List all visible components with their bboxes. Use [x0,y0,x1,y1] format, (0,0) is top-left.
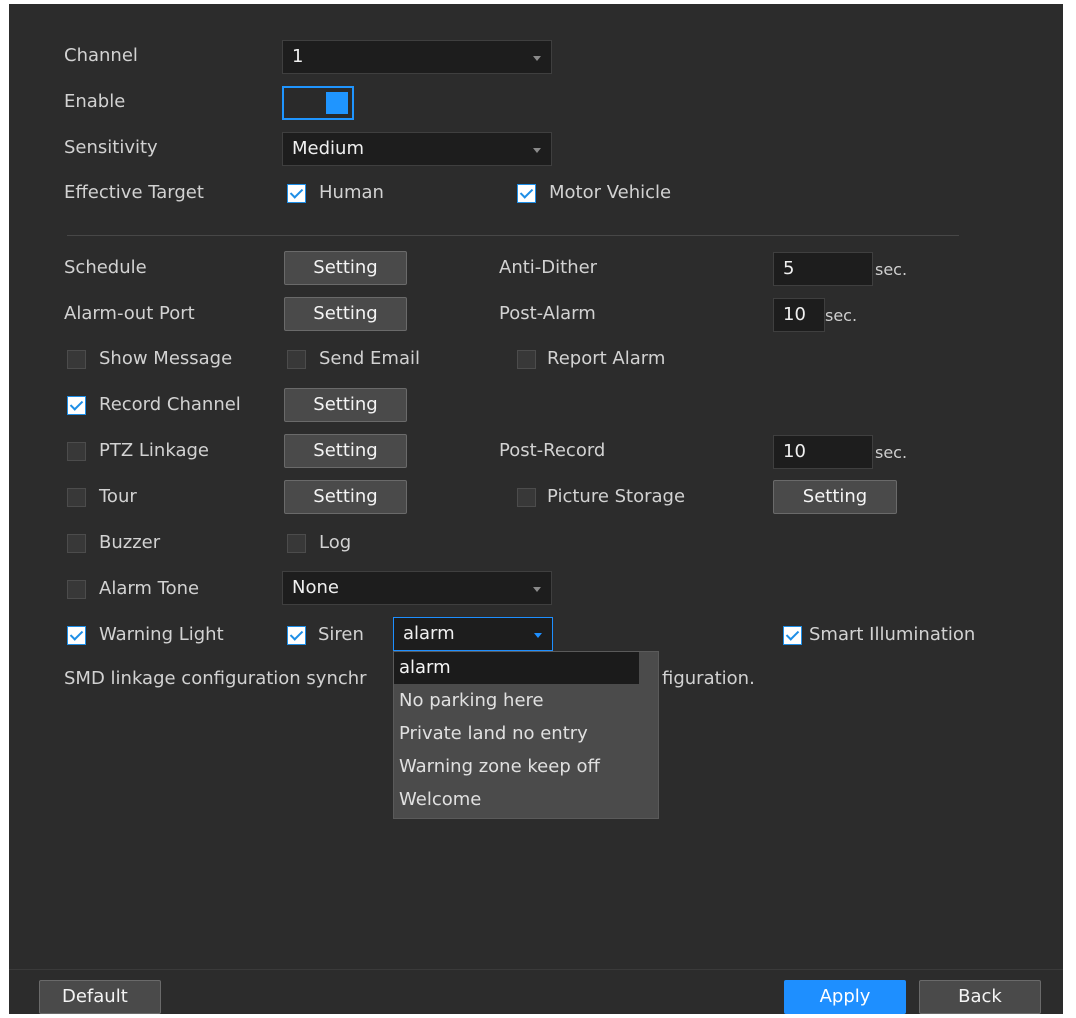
anti-dither-unit: sec. [875,260,908,279]
section-divider [67,235,959,236]
sensitivity-value: Medium [292,138,364,159]
sensitivity-label: Sensitivity [64,137,158,158]
siren-option-alarm[interactable]: alarm [394,652,639,684]
show-message-label: Show Message [99,348,233,369]
human-label: Human [319,182,384,203]
report-alarm-checkbox[interactable] [517,350,536,369]
channel-value: 1 [292,46,304,67]
smd-settings-panel: Channel 1 Enable Sensitivity Medium Effe… [9,4,1063,1014]
caret-down-icon [534,633,542,638]
schedule-label: Schedule [64,257,147,278]
default-button[interactable]: Default [39,980,161,1014]
log-checkbox[interactable] [287,534,306,553]
human-checkbox[interactable] [287,184,306,203]
siren-value: alarm [403,623,455,644]
ptz-linkage-label: PTZ Linkage [99,440,209,461]
smart-illumination-checkbox[interactable] [783,626,802,645]
motor-vehicle-label: Motor Vehicle [549,182,672,203]
post-alarm-input[interactable]: 10 [773,298,825,332]
ptz-linkage-checkbox[interactable] [67,442,86,461]
post-alarm-label: Post-Alarm [499,303,596,324]
send-email-label: Send Email [319,348,420,369]
alarm-tone-label: Alarm Tone [99,578,200,599]
alarm-tone-checkbox[interactable] [67,580,86,599]
ptz-linkage-setting-button[interactable]: Setting [284,434,407,468]
effective-target-label: Effective Target [64,182,204,203]
siren-option-no-parking[interactable]: No parking here [394,685,658,717]
record-channel-label: Record Channel [99,394,241,415]
tour-checkbox[interactable] [67,488,86,507]
caret-down-icon [533,587,541,592]
apply-button[interactable]: Apply [784,980,906,1014]
report-alarm-label: Report Alarm [547,348,666,369]
channel-select[interactable]: 1 [282,40,552,74]
alarm-tone-value: None [292,577,339,598]
siren-option-warning-zone[interactable]: Warning zone keep off [394,751,658,783]
picture-storage-label: Picture Storage [547,486,686,507]
warning-light-checkbox[interactable] [67,626,86,645]
tour-setting-button[interactable]: Setting [284,480,407,514]
picture-storage-checkbox[interactable] [517,488,536,507]
anti-dither-label: Anti-Dither [499,257,598,278]
post-record-input[interactable]: 10 [773,435,873,469]
channel-label: Channel [64,45,138,66]
toggle-knob [326,92,348,114]
schedule-setting-button[interactable]: Setting [284,251,407,285]
alarm-out-port-label: Alarm-out Port [64,303,195,324]
linkage-note-end: figuration. [662,668,755,689]
post-record-label: Post-Record [499,440,606,461]
caret-down-icon [533,148,541,153]
linkage-note-start: SMD linkage configuration synchr [64,668,367,689]
buzzer-label: Buzzer [99,532,161,553]
tour-label: Tour [99,486,137,507]
caret-down-icon [533,56,541,61]
siren-checkbox[interactable] [287,626,306,645]
siren-option-welcome[interactable]: Welcome [394,784,658,816]
picture-storage-setting-button[interactable]: Setting [773,480,897,514]
warning-light-label: Warning Light [99,624,224,645]
siren-option-private-land[interactable]: Private land no entry [394,718,658,750]
siren-label: Siren [318,624,364,645]
enable-toggle[interactable] [282,86,354,120]
siren-select[interactable]: alarm [393,617,553,651]
record-channel-checkbox[interactable] [67,396,86,415]
alarm-out-port-setting-button[interactable]: Setting [284,297,407,331]
post-record-unit: sec. [875,443,908,462]
post-alarm-unit: sec. [825,306,858,325]
smart-illumination-label: Smart Illumination [809,624,976,645]
buzzer-checkbox[interactable] [67,534,86,553]
anti-dither-input[interactable]: 5 [773,252,873,286]
motor-vehicle-checkbox[interactable] [517,184,536,203]
send-email-checkbox[interactable] [287,350,306,369]
show-message-checkbox[interactable] [67,350,86,369]
log-label: Log [319,532,352,553]
sensitivity-select[interactable]: Medium [282,132,552,166]
footer-divider [9,969,1063,970]
record-channel-setting-button[interactable]: Setting [284,388,407,422]
enable-label: Enable [64,91,126,112]
alarm-tone-select[interactable]: None [282,571,552,605]
siren-dropdown-list: alarm No parking here Private land no en… [393,651,659,819]
back-button[interactable]: Back [919,980,1041,1014]
